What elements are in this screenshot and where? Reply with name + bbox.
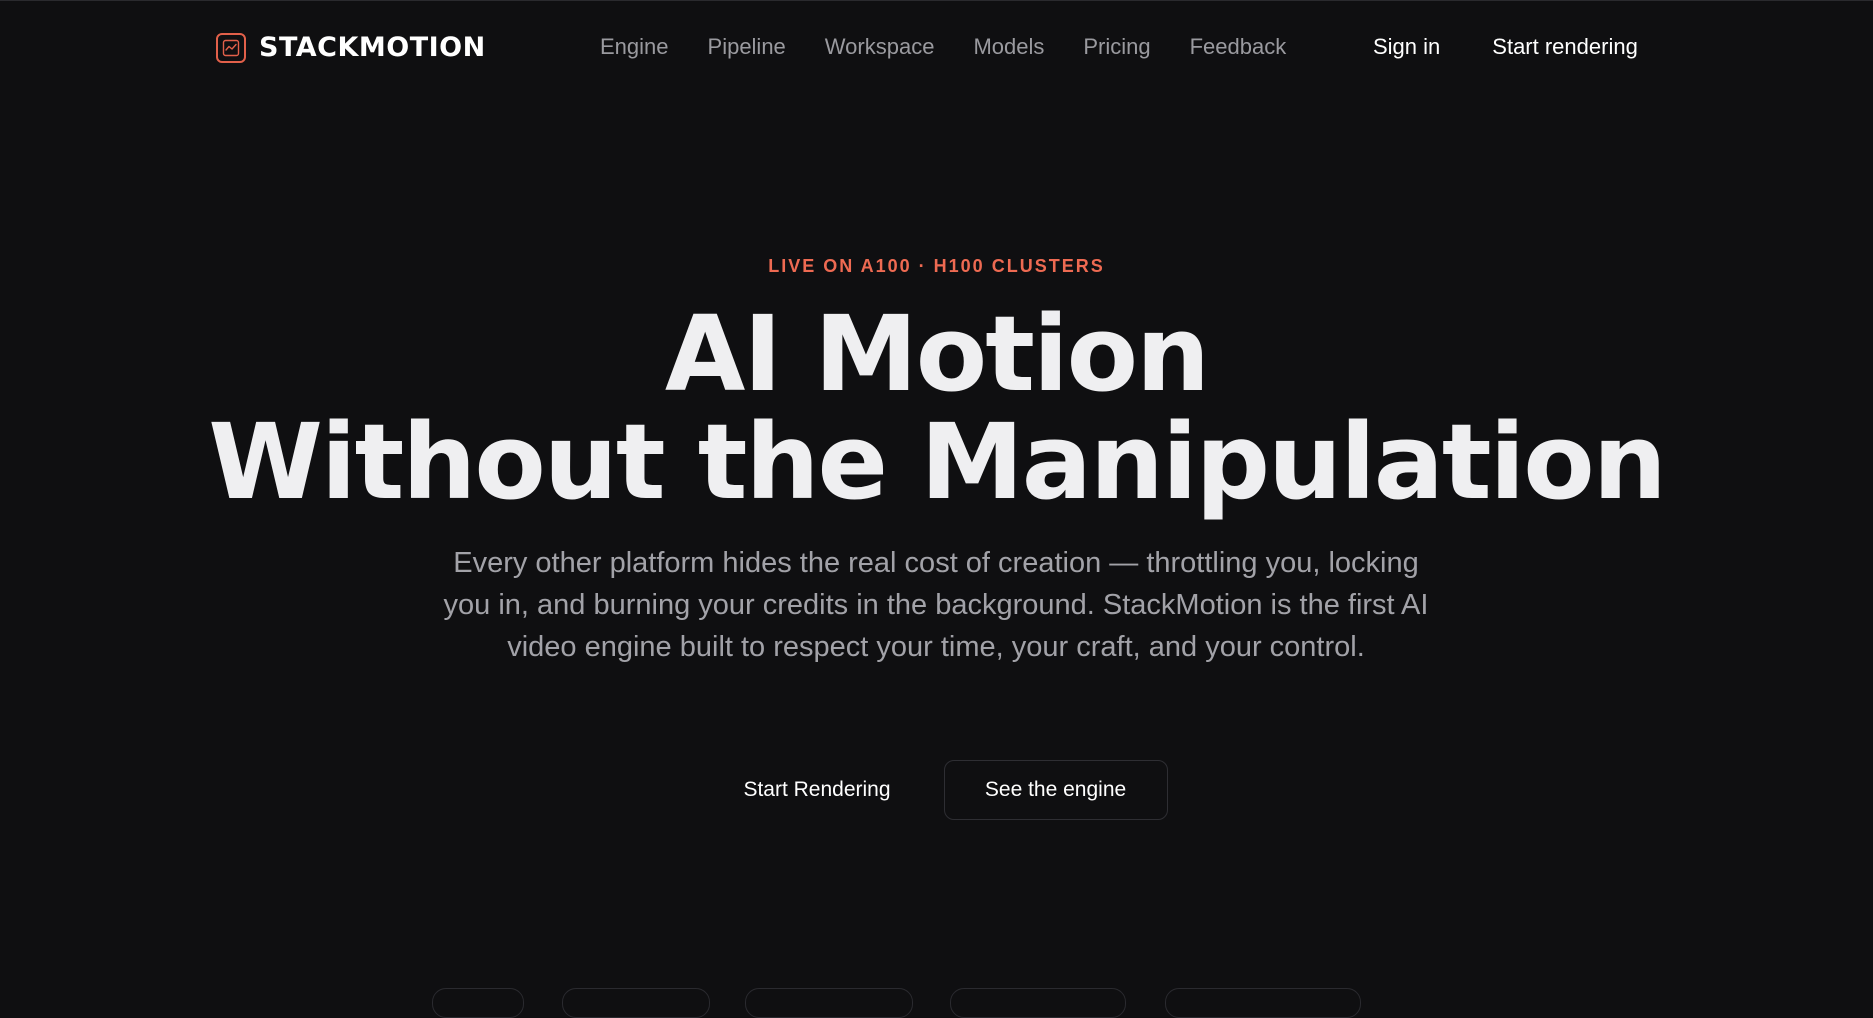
bottom-pill bbox=[1165, 988, 1361, 1018]
start-rendering-button[interactable]: Start Rendering bbox=[705, 760, 928, 820]
headline-line-1: AI Motion bbox=[664, 293, 1210, 415]
nav-link-pipeline[interactable]: Pipeline bbox=[708, 34, 786, 60]
bottom-pill bbox=[950, 988, 1126, 1018]
start-rendering-nav-button[interactable]: Start rendering bbox=[1492, 34, 1638, 60]
top-navigation: STACKMOTION Engine Pipeline Workspace Mo… bbox=[0, 0, 1873, 96]
bottom-pill bbox=[432, 988, 524, 1018]
nav-link-workspace[interactable]: Workspace bbox=[825, 34, 935, 60]
hero-headline: AI Motion Without the Manipulation bbox=[0, 300, 1873, 516]
sign-in-link[interactable]: Sign in bbox=[1373, 34, 1440, 60]
nav-link-pricing[interactable]: Pricing bbox=[1083, 34, 1150, 60]
brand-logo-link[interactable]: STACKMOTION bbox=[216, 32, 486, 63]
see-engine-button[interactable]: See the engine bbox=[943, 760, 1168, 820]
headline-line-2: Without the Manipulation bbox=[208, 401, 1667, 523]
bottom-pill bbox=[562, 988, 710, 1018]
chart-line-icon bbox=[216, 32, 246, 63]
nav-link-feedback[interactable]: Feedback bbox=[1190, 34, 1287, 60]
nav-link-models[interactable]: Models bbox=[973, 34, 1044, 60]
hero-eyebrow: LIVE ON A100 · H100 CLUSTERS bbox=[768, 256, 1105, 276]
nav-actions: Sign in Start rendering bbox=[1373, 34, 1638, 60]
bottom-pill bbox=[745, 988, 913, 1018]
nav-link-engine[interactable]: Engine bbox=[600, 34, 669, 60]
brand-name: STACKMOTION bbox=[259, 32, 486, 63]
hero-cta-row: Start Rendering See the engine bbox=[0, 760, 1873, 820]
nav-links: Engine Pipeline Workspace Models Pricing… bbox=[600, 34, 1325, 60]
hero-subtext: Every other platform hides the real cost… bbox=[443, 547, 1429, 663]
